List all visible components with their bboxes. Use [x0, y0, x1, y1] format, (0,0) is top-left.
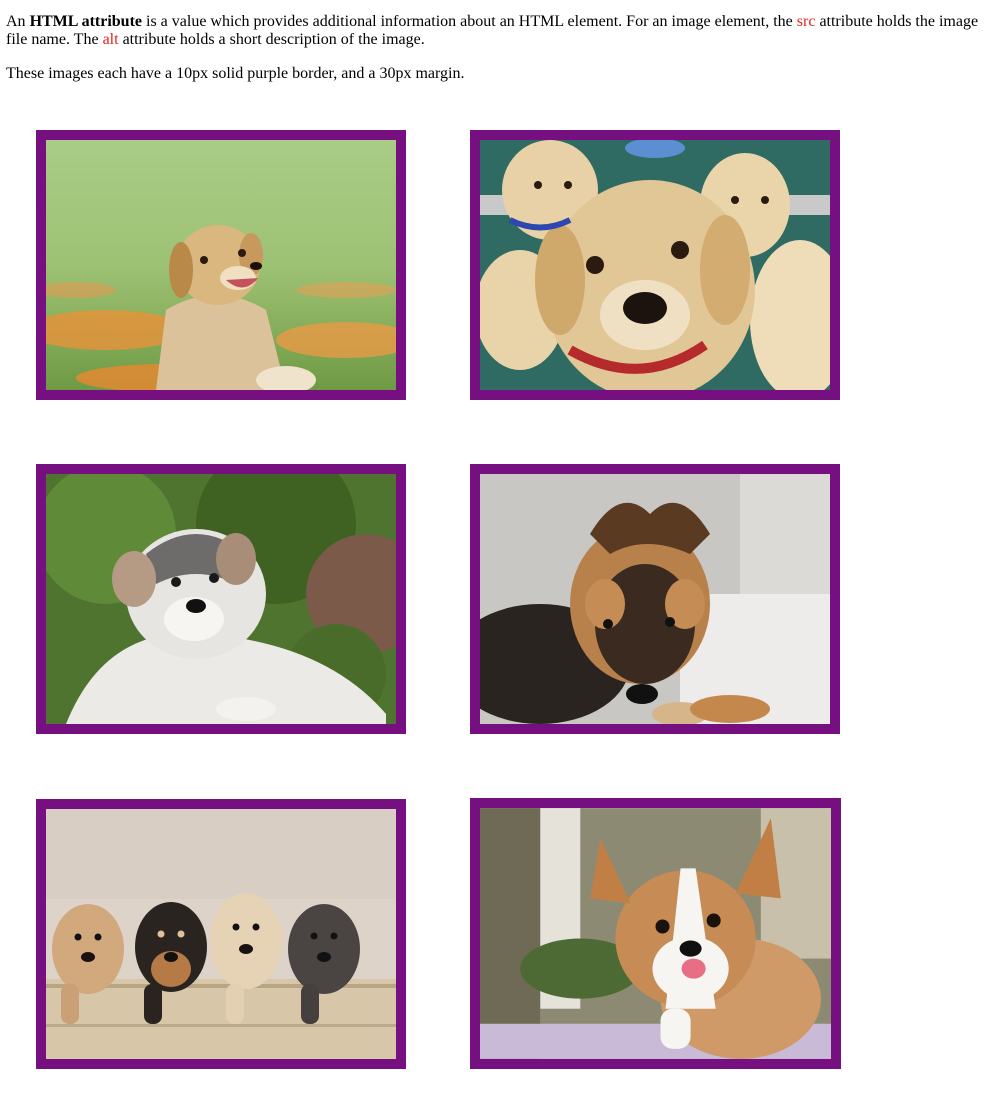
border-note: These images each have a 10px solid purp… — [6, 65, 465, 82]
intro-paragraph: An HTML attribute is a value which provi… — [6, 13, 986, 49]
intro-bold-term: HTML attribute — [29, 13, 142, 30]
corgi-puppy-illustration — [480, 808, 831, 1059]
intro-text: attribute holds a short description of t… — [118, 31, 425, 48]
puppy-image-4 — [470, 464, 840, 734]
malamute-puppy-illustration — [46, 474, 396, 724]
puppy-image-6 — [470, 798, 841, 1069]
intro-text: An — [6, 13, 30, 30]
src-attribute-word: src — [796, 13, 816, 30]
german-shepherd-puppy-illustration — [480, 474, 830, 724]
puppy-image-5 — [36, 799, 406, 1069]
puppy-image-1 — [36, 130, 406, 400]
labrador-puppies-illustration — [480, 140, 830, 390]
puppy-image-3 — [36, 464, 406, 734]
puppies-in-box-illustration — [46, 809, 396, 1059]
intro-text: is a value which provides additional inf… — [142, 13, 797, 30]
golden-puppy-illustration — [46, 140, 396, 390]
puppy-image-2 — [470, 130, 840, 400]
alt-attribute-word: alt — [102, 31, 119, 48]
